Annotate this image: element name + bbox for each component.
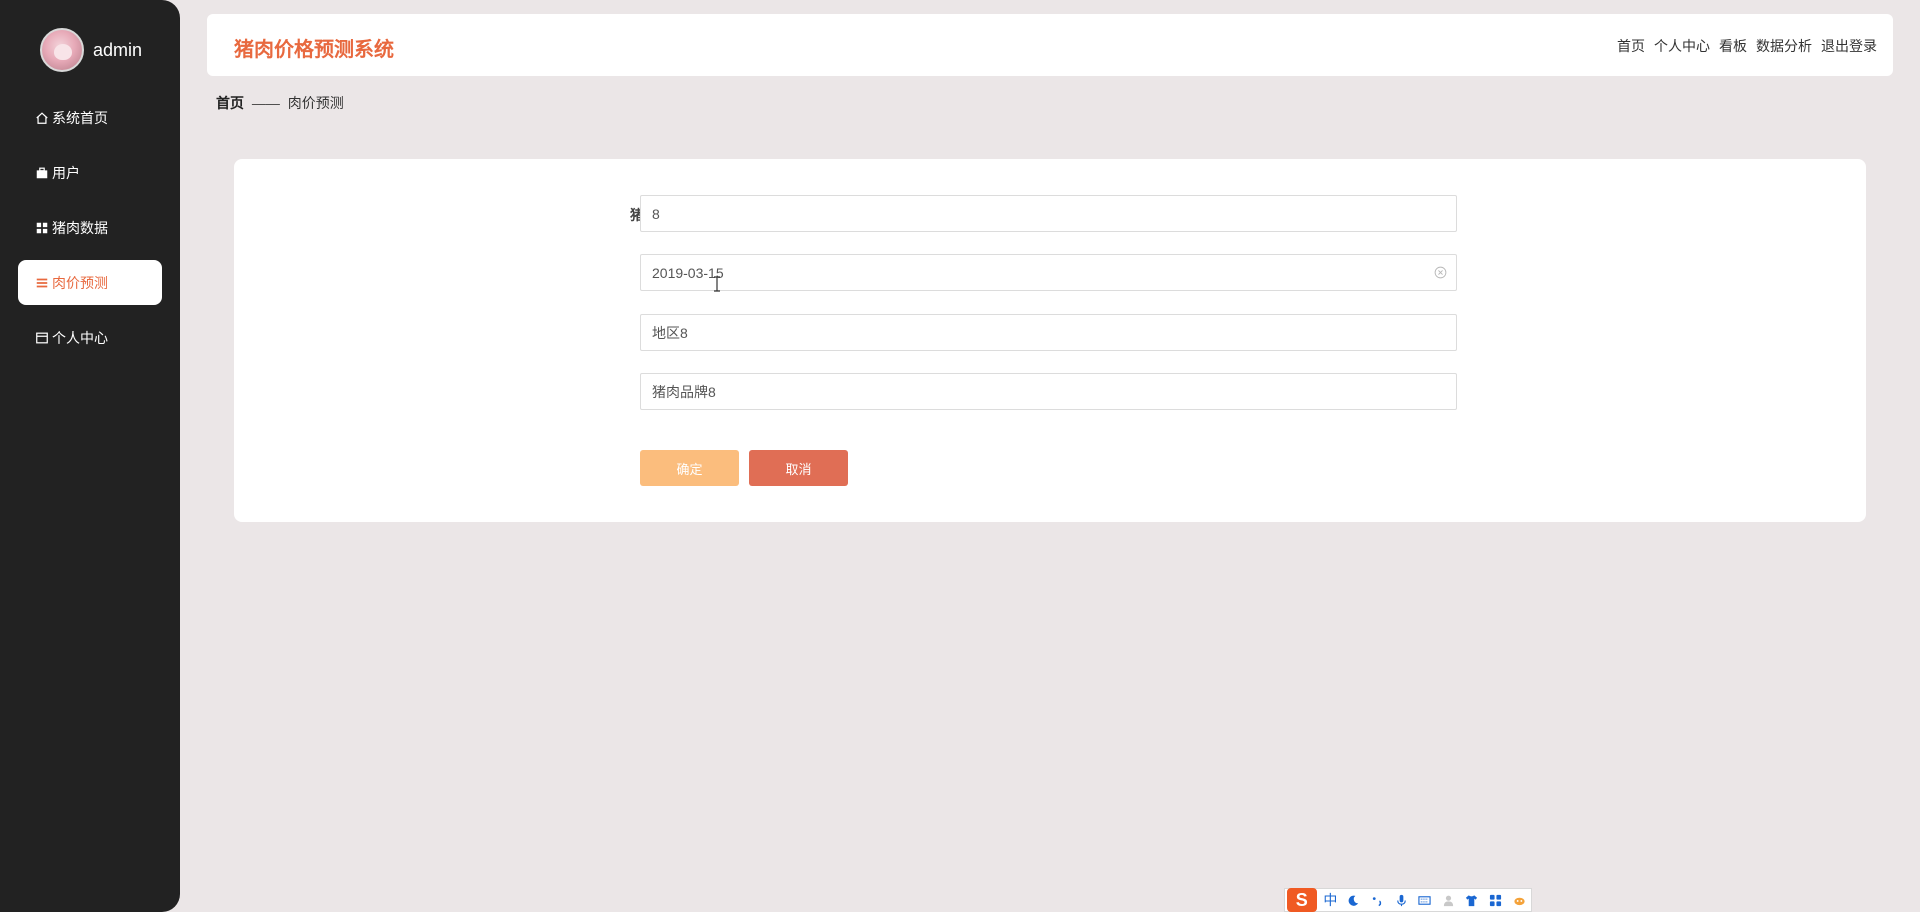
ime-mode[interactable]: 中	[1319, 890, 1343, 910]
sidebar-item-personal-center[interactable]: 个人中心	[18, 315, 162, 360]
mascot-icon[interactable]	[1507, 890, 1531, 910]
breadcrumb-separator: ——	[251, 95, 280, 111]
date-input[interactable]	[640, 254, 1457, 291]
sidebar-item-users[interactable]: 用户	[18, 150, 162, 195]
user-icon[interactable]	[1437, 890, 1461, 910]
form-row-price: 猪肉零售价格	[234, 195, 1866, 232]
nav-dashboard-link[interactable]: 看板	[1719, 36, 1747, 56]
sidebar-item-home[interactable]: 系统首页	[18, 95, 162, 140]
sogou-logo-icon[interactable]: S	[1287, 888, 1317, 912]
top-header: 猪肉价格预测系统 首页 个人中心 看板 数据分析 退出登录	[207, 14, 1893, 76]
nav-home-link[interactable]: 首页	[1617, 36, 1645, 56]
list-icon	[34, 275, 50, 291]
nav-logout-link[interactable]: 退出登录	[1821, 36, 1877, 56]
sidebar-item-pork-data[interactable]: 猪肉数据	[18, 205, 162, 250]
price-input[interactable]	[640, 195, 1457, 232]
keyboard-icon[interactable]	[1413, 890, 1437, 910]
form-row-region: 地区	[234, 314, 1866, 351]
app-title: 猪肉价格预测系统	[234, 39, 394, 61]
sidebar: admin 系统首页 用户 猪肉数据 肉价预测 个人中心	[0, 0, 180, 912]
calendar-icon	[34, 330, 50, 346]
brand-input[interactable]	[640, 373, 1457, 410]
sidebar-item-label: 个人中心	[52, 329, 108, 346]
ime-toolbar: S 中	[1284, 888, 1532, 912]
text-cursor-icon	[712, 276, 722, 292]
top-nav: 首页 个人中心 看板 数据分析 退出登录	[1608, 36, 1877, 56]
sidebar-item-label: 用户	[52, 164, 80, 181]
avatar[interactable]	[40, 28, 84, 72]
user-profile: admin	[40, 28, 142, 72]
cancel-button[interactable]: 取消	[749, 450, 848, 486]
breadcrumb-home[interactable]: 首页	[216, 95, 244, 111]
nav-personal-center-link[interactable]: 个人中心	[1654, 36, 1710, 56]
region-input[interactable]	[640, 314, 1457, 351]
clear-icon[interactable]	[1434, 266, 1447, 279]
sidebar-menu: 系统首页 用户 猪肉数据 肉价预测 个人中心	[18, 95, 162, 370]
apps-grid-icon[interactable]	[1484, 890, 1508, 910]
form-row-brand: 猪肉品牌	[234, 373, 1866, 410]
breadcrumb: 首页 —— 肉价预测	[216, 93, 344, 113]
form-row-date: 日期	[234, 254, 1866, 291]
sidebar-item-label: 肉价预测	[52, 274, 108, 291]
home-icon	[34, 110, 50, 126]
microphone-icon[interactable]	[1389, 890, 1413, 910]
sidebar-item-label: 猪肉数据	[52, 219, 108, 236]
sidebar-item-label: 系统首页	[52, 109, 108, 126]
breadcrumb-current: 肉价预测	[287, 95, 344, 111]
forecast-form-card: 猪肉零售价格 日期 地区 猪肉品牌 确定 取消	[234, 159, 1866, 522]
confirm-button[interactable]: 确定	[640, 450, 739, 486]
nav-data-analysis-link[interactable]: 数据分析	[1756, 36, 1812, 56]
grid-icon	[34, 220, 50, 236]
username: admin	[93, 39, 143, 60]
punctuation-icon[interactable]	[1366, 890, 1390, 910]
shirt-icon[interactable]	[1460, 890, 1484, 910]
moon-icon[interactable]	[1342, 890, 1366, 910]
sidebar-item-price-forecast[interactable]: 肉价预测	[18, 260, 162, 305]
briefcase-icon	[34, 165, 50, 181]
